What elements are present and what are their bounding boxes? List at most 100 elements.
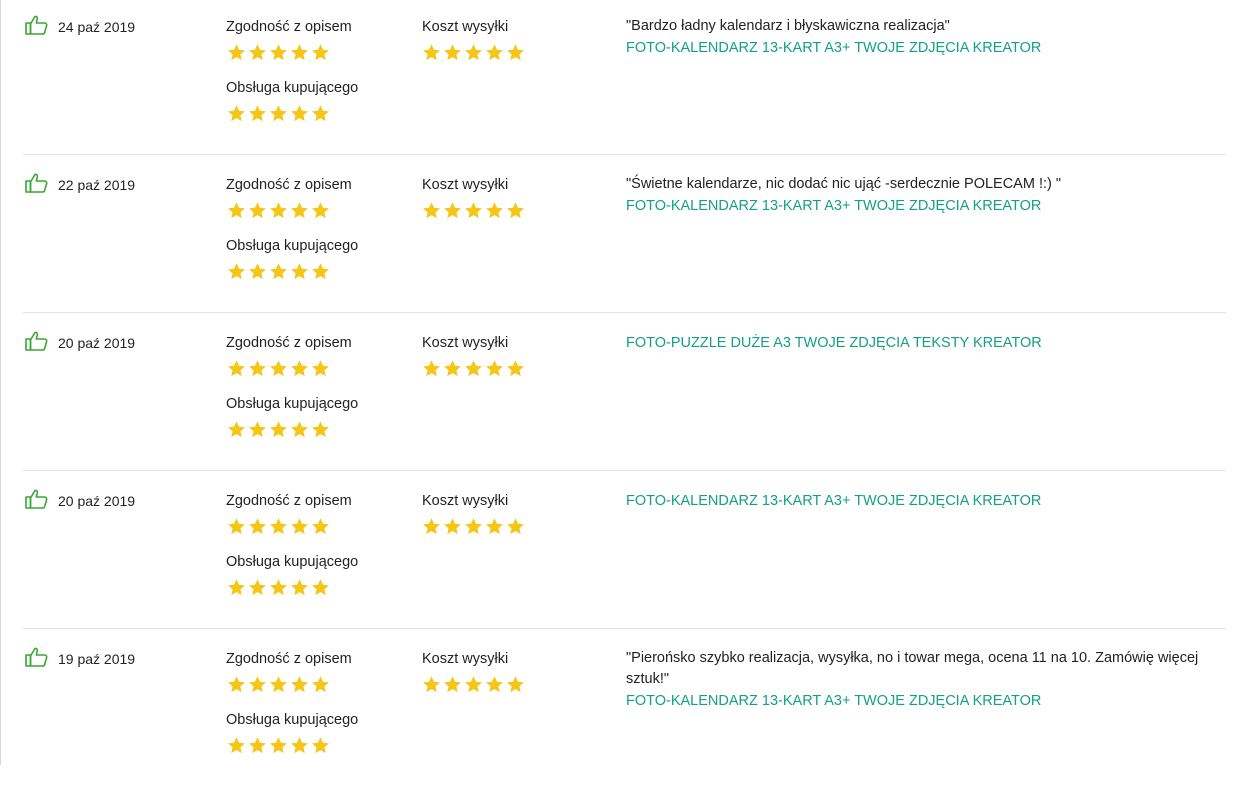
product-link[interactable]: FOTO-KALENDARZ 13-KART A3+ TWOJE ZDJĘCIA… bbox=[626, 493, 1041, 510]
service-label: Obsługa kupującego bbox=[226, 80, 359, 96]
star-icon bbox=[249, 579, 266, 596]
star-icon bbox=[291, 202, 308, 219]
accuracy-rating-stars bbox=[227, 675, 330, 695]
star-icon bbox=[249, 263, 266, 280]
star-icon bbox=[444, 676, 461, 693]
star-icon bbox=[486, 202, 503, 219]
star-icon bbox=[423, 518, 440, 535]
star-icon bbox=[423, 676, 440, 693]
star-icon bbox=[312, 263, 329, 280]
star-icon bbox=[444, 44, 461, 61]
star-icon bbox=[228, 263, 245, 280]
service-rating-stars bbox=[227, 420, 330, 440]
star-icon bbox=[423, 202, 440, 219]
star-icon bbox=[228, 360, 245, 377]
product-link[interactable]: FOTO-KALENDARZ 13-KART A3+ TWOJE ZDJĘCIA… bbox=[626, 40, 1041, 57]
star-icon bbox=[291, 263, 308, 280]
accuracy-rating-stars bbox=[227, 359, 330, 379]
review-date: 20 paź 2019 bbox=[58, 335, 136, 351]
star-icon bbox=[465, 202, 482, 219]
shipping-label: Koszt wysyłki bbox=[422, 493, 509, 509]
star-icon bbox=[291, 579, 308, 596]
accuracy-label: Zgodność z opisem bbox=[226, 651, 352, 667]
star-icon bbox=[312, 737, 329, 754]
star-icon bbox=[249, 202, 266, 219]
star-icon bbox=[423, 44, 440, 61]
star-icon bbox=[507, 202, 524, 219]
shipping-rating-stars bbox=[422, 675, 525, 695]
service-rating-stars bbox=[227, 736, 330, 756]
service-rating-stars bbox=[227, 262, 330, 282]
product-link[interactable]: FOTO-PUZZLE DUŻE A3 TWOJE ZDJĘCIA TEKSTY… bbox=[626, 335, 1042, 352]
star-icon bbox=[228, 518, 245, 535]
star-icon bbox=[312, 44, 329, 61]
star-icon bbox=[270, 579, 287, 596]
review-row: 20 paź 2019 Zgodność z opisem Obsługa ku… bbox=[0, 316, 1234, 474]
star-icon bbox=[291, 360, 308, 377]
star-icon bbox=[270, 737, 287, 754]
shipping-rating-stars bbox=[422, 517, 525, 537]
product-link[interactable]: FOTO-KALENDARZ 13-KART A3+ TWOJE ZDJĘCIA… bbox=[626, 198, 1041, 215]
star-icon bbox=[465, 518, 482, 535]
service-label: Obsługa kupującego bbox=[226, 712, 359, 728]
star-icon bbox=[465, 676, 482, 693]
star-icon bbox=[270, 105, 287, 122]
star-icon bbox=[228, 676, 245, 693]
star-icon bbox=[312, 579, 329, 596]
row-divider bbox=[23, 312, 1226, 313]
star-icon bbox=[270, 44, 287, 61]
star-icon bbox=[249, 44, 266, 61]
star-icon bbox=[270, 518, 287, 535]
accuracy-label: Zgodność z opisem bbox=[226, 177, 352, 193]
star-icon bbox=[312, 676, 329, 693]
review-date: 24 paź 2019 bbox=[58, 19, 136, 35]
thumbs-up-icon bbox=[25, 172, 49, 194]
review-row: 24 paź 2019 Zgodność z opisem Obsługa ku… bbox=[0, 0, 1234, 158]
star-icon bbox=[444, 202, 461, 219]
review-date: 22 paź 2019 bbox=[58, 177, 136, 193]
star-icon bbox=[444, 518, 461, 535]
row-divider bbox=[23, 628, 1226, 629]
review-row: 20 paź 2019 Zgodność z opisem Obsługa ku… bbox=[0, 474, 1234, 632]
service-label: Obsługa kupującego bbox=[226, 554, 359, 570]
star-icon bbox=[486, 676, 503, 693]
shipping-rating-stars bbox=[422, 43, 525, 63]
thumbs-up-icon bbox=[25, 646, 49, 668]
star-icon bbox=[465, 44, 482, 61]
star-icon bbox=[270, 360, 287, 377]
star-icon bbox=[291, 676, 308, 693]
star-icon bbox=[312, 360, 329, 377]
star-icon bbox=[507, 44, 524, 61]
star-icon bbox=[507, 518, 524, 535]
star-icon bbox=[312, 105, 329, 122]
service-rating-stars bbox=[227, 578, 330, 598]
star-icon bbox=[228, 579, 245, 596]
review-comment: "Świetne kalendarze, nic dodać nic ująć … bbox=[626, 176, 1062, 192]
accuracy-rating-stars bbox=[227, 43, 330, 63]
star-icon bbox=[270, 676, 287, 693]
star-icon bbox=[249, 676, 266, 693]
star-icon bbox=[249, 105, 266, 122]
star-icon bbox=[507, 676, 524, 693]
star-icon bbox=[228, 421, 245, 438]
star-icon bbox=[228, 44, 245, 61]
service-label: Obsługa kupującego bbox=[226, 238, 359, 254]
review-date: 20 paź 2019 bbox=[58, 493, 136, 509]
thumbs-up-icon bbox=[25, 14, 49, 36]
accuracy-label: Zgodność z opisem bbox=[226, 335, 352, 351]
star-icon bbox=[291, 421, 308, 438]
star-icon bbox=[486, 360, 503, 377]
star-icon bbox=[312, 202, 329, 219]
service-rating-stars bbox=[227, 104, 330, 124]
thumbs-up-icon bbox=[25, 330, 49, 352]
shipping-label: Koszt wysyłki bbox=[422, 651, 509, 667]
accuracy-label: Zgodność z opisem bbox=[226, 493, 352, 509]
star-icon bbox=[465, 360, 482, 377]
shipping-label: Koszt wysyłki bbox=[422, 19, 509, 35]
row-divider bbox=[23, 470, 1226, 471]
star-icon bbox=[270, 202, 287, 219]
star-icon bbox=[312, 518, 329, 535]
star-icon bbox=[228, 105, 245, 122]
product-link[interactable]: FOTO-KALENDARZ 13-KART A3+ TWOJE ZDJĘCIA… bbox=[626, 693, 1041, 710]
star-icon bbox=[423, 360, 440, 377]
